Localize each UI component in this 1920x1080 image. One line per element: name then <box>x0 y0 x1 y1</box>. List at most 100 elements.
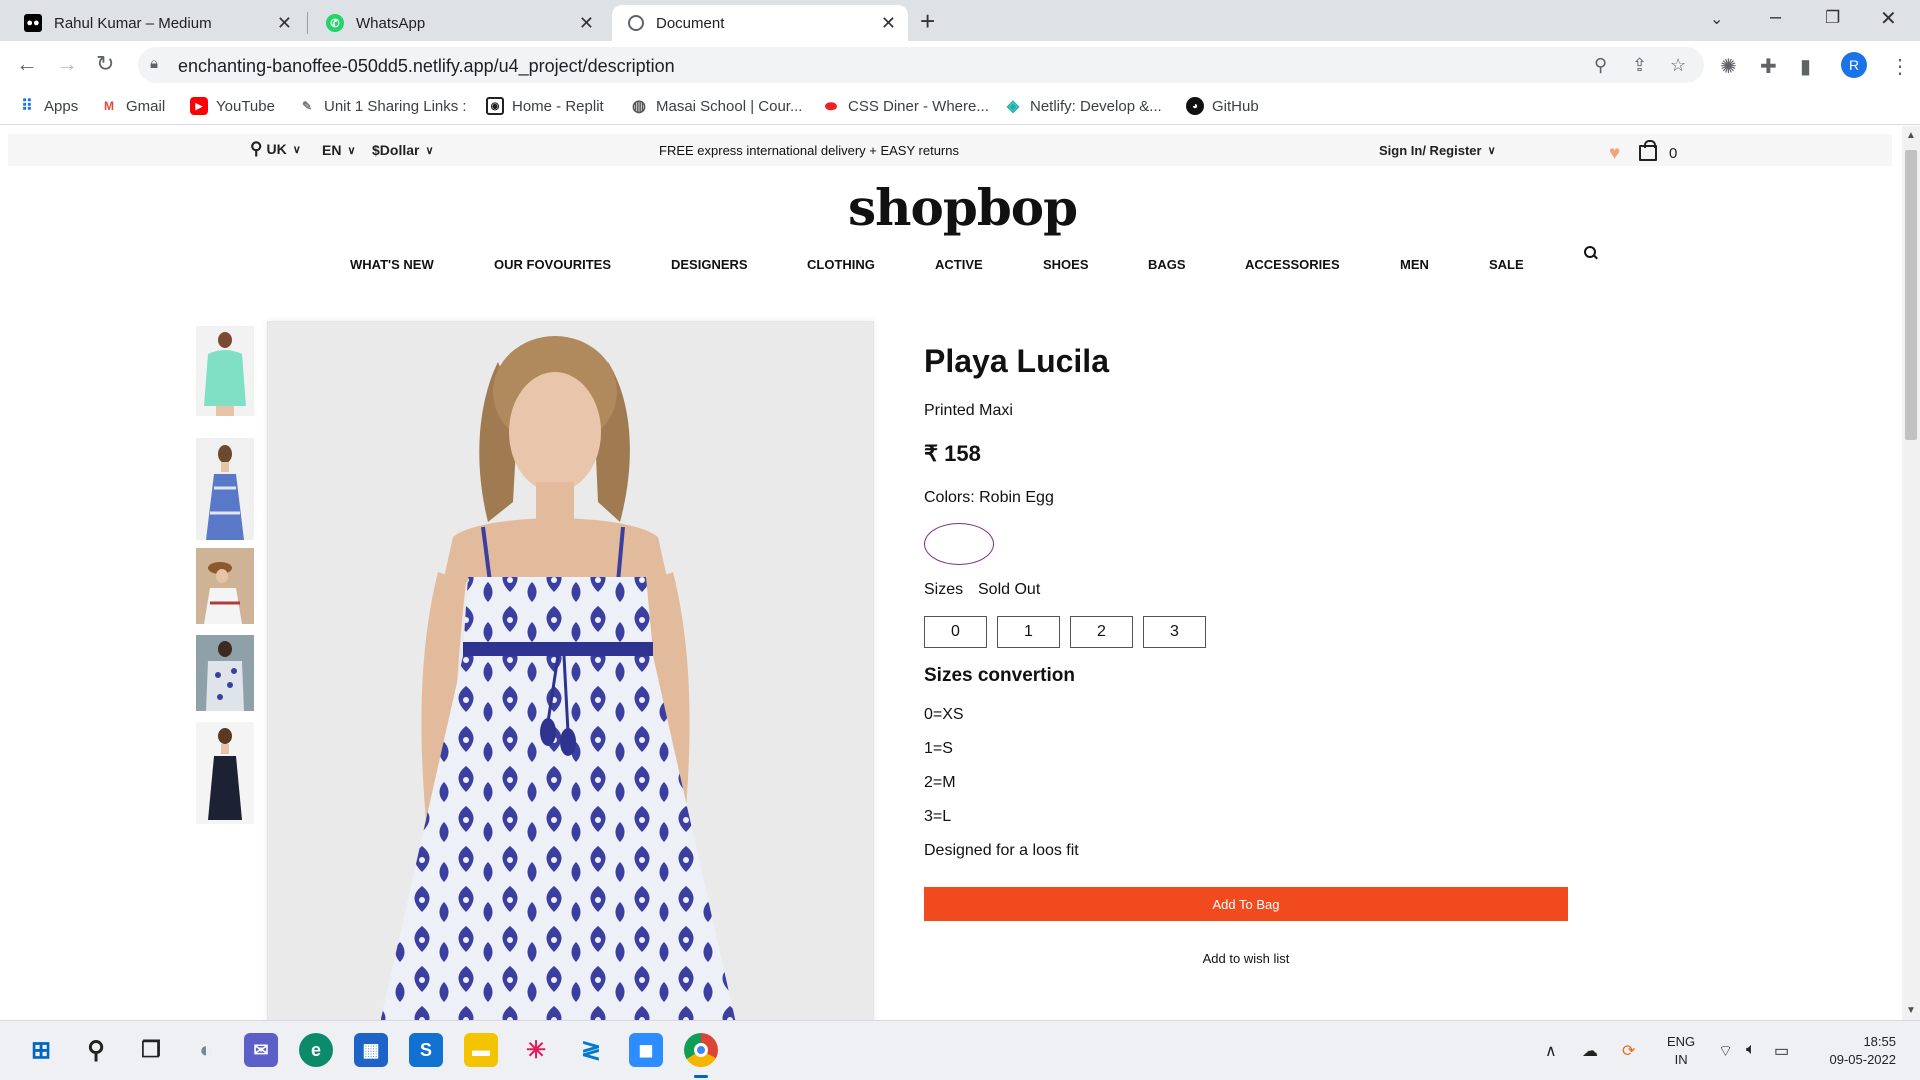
zoom-icon[interactable]: ◼ <box>629 1033 663 1067</box>
nav-bags[interactable]: BAGS <box>1148 257 1186 272</box>
forward-arrow-icon[interactable]: → <box>56 51 78 77</box>
bookmark-masai[interactable]: ◍ Masai School | Cour... <box>630 97 802 116</box>
product-thumbnail[interactable] <box>196 548 254 624</box>
minimize-icon[interactable]: – <box>1770 6 1781 29</box>
nav-whats-new[interactable]: WHAT'S NEW <box>350 257 434 272</box>
search-icon[interactable]: ⚲ <box>79 1033 113 1067</box>
chrome-menu-icon[interactable]: ⋮ <box>1890 54 1910 79</box>
task-view-icon[interactable]: ❐ <box>134 1033 168 1067</box>
url-text[interactable]: enchanting-banoffee-050dd5.netlify.app/u… <box>178 56 675 77</box>
css-diner-icon: ⬬ <box>825 97 837 114</box>
add-to-bag-button[interactable]: Add To Bag <box>924 887 1568 921</box>
nav-men[interactable]: MEN <box>1400 257 1429 272</box>
file-explorer-icon[interactable]: ▬ <box>464 1033 498 1067</box>
windows-taskbar: ⊞ ⚲ ❐ ◐ ✉ e ▦ S ▬ ✳ ≷ ◼ ∧ ☁ ⟳ ENG IN ⌔ 🔈… <box>0 1020 1920 1080</box>
tab-search-chevron-icon[interactable]: ⌄ <box>1710 9 1723 29</box>
extensions-puzzle-icon[interactable]: ✚ <box>1760 54 1777 79</box>
nav-active[interactable]: ACTIVE <box>935 257 983 272</box>
shopping-bag-icon[interactable] <box>1639 140 1657 161</box>
bookmark-star-icon[interactable]: ☆ <box>1670 55 1686 76</box>
scroll-up-arrow-icon[interactable]: ▲ <box>1906 130 1916 141</box>
site-logo[interactable]: shopbop <box>848 178 1078 237</box>
size-button-3[interactable]: 3 <box>1143 616 1206 648</box>
bookmark-gmail[interactable]: M Gmail <box>100 97 165 115</box>
nav-designers[interactable]: DESIGNERS <box>671 257 748 272</box>
scroll-down-arrow-icon[interactable]: ▼ <box>1906 1005 1916 1016</box>
edge-icon[interactable]: e <box>299 1033 333 1067</box>
tray-chevron-up-icon[interactable]: ∧ <box>1545 1041 1557 1061</box>
bag-count: 0 <box>1669 145 1678 162</box>
reload-icon[interactable]: ↻ <box>96 51 114 77</box>
product-thumbnail[interactable] <box>196 438 254 540</box>
bookmark-label: GitHub <box>1212 97 1259 115</box>
tab-document[interactable]: Document ✕ <box>612 5 908 41</box>
widgets-icon[interactable]: ◐ <box>189 1033 223 1067</box>
restore-icon[interactable]: ❐ <box>1825 8 1840 28</box>
nav-clothing[interactable]: CLOTHING <box>807 257 875 272</box>
bookmark-css-diner[interactable]: ⬬ CSS Diner - Where... <box>822 97 989 115</box>
currency-label: $Dollar <box>372 142 420 158</box>
bookmark-youtube[interactable]: ▶ YouTube <box>190 97 275 115</box>
teams-chat-icon[interactable]: ✉ <box>244 1033 278 1067</box>
promo-banner: FREE express international delivery + EA… <box>659 143 959 158</box>
wifi-icon[interactable]: ⌔ <box>1718 1041 1733 1061</box>
product-thumbnail[interactable] <box>196 722 254 824</box>
sign-in-register[interactable]: Sign In/ Register ∨ <box>1379 143 1496 158</box>
bookmark-label: Apps <box>44 97 79 115</box>
tab-medium[interactable]: ●● Rahul Kumar – Medium ✕ <box>8 5 304 41</box>
window-close-icon[interactable]: ✕ <box>1880 6 1897 31</box>
extension-bug-icon[interactable]: ✺ <box>1720 54 1737 79</box>
omnibox[interactable]: 🔒︎ enchanting-banoffee-050dd5.netlify.ap… <box>138 47 1704 83</box>
bookmark-label: Gmail <box>126 97 166 115</box>
currency-selector[interactable]: $Dollar ∨ <box>372 142 434 158</box>
windows-start-icon[interactable]: ⊞ <box>24 1033 58 1067</box>
vscode-icon[interactable]: ≷ <box>574 1033 608 1067</box>
tab-whatsapp[interactable]: ✆ WhatsApp ✕ <box>310 5 606 41</box>
nav-accessories[interactable]: ACCESSORIES <box>1245 257 1340 272</box>
close-icon[interactable]: ✕ <box>277 13 292 34</box>
size-conversion-line: 3=L <box>924 808 952 825</box>
bookmark-netlify[interactable]: ◈ Netlify: Develop &... <box>1004 97 1162 116</box>
onedrive-cloud-icon[interactable]: ☁ <box>1582 1041 1598 1061</box>
product-main-image[interactable] <box>267 321 874 1020</box>
page-scrollbar[interactable]: ▲ ▼ <box>1902 126 1920 1020</box>
close-icon[interactable]: ✕ <box>579 13 594 34</box>
bookmark-github[interactable]: ◕ GitHub <box>1186 97 1259 115</box>
nav-sale[interactable]: SALE <box>1489 257 1524 272</box>
language-selector[interactable]: EN ∨ <box>322 142 356 158</box>
system-clock[interactable]: 18:55 09-05-2022 <box>1812 1033 1897 1069</box>
scrollbar-thumb[interactable] <box>1905 150 1917 440</box>
battery-icon[interactable]: ▭ <box>1774 1041 1789 1061</box>
microsoft-store-icon[interactable]: ▦ <box>354 1033 388 1067</box>
chrome-icon[interactable] <box>684 1033 718 1067</box>
size-button-0[interactable]: 0 <box>924 616 987 648</box>
slack-icon[interactable]: ✳ <box>519 1033 553 1067</box>
new-tab-plus-icon[interactable]: + <box>920 6 935 37</box>
search-icon[interactable] <box>1584 246 1598 260</box>
nav-our-favourites[interactable]: OUR FOVOURITES <box>494 257 611 272</box>
region-selector[interactable]: ⚲ UK ∨ <box>250 139 301 159</box>
close-icon[interactable]: ✕ <box>881 13 896 34</box>
zoom-icon[interactable]: ⚲ <box>1594 55 1607 76</box>
input-language-indicator[interactable]: ENG IN <box>1667 1033 1695 1069</box>
profile-avatar[interactable]: R <box>1841 52 1867 78</box>
size-button-2[interactable]: 2 <box>1070 616 1133 648</box>
bookmark-replit[interactable]: ◉ Home - Replit <box>486 97 604 115</box>
product-thumbnail[interactable] <box>196 635 254 711</box>
app-s-icon[interactable]: S <box>409 1033 443 1067</box>
bookmark-unit1[interactable]: ✎ Unit 1 Sharing Links : <box>298 97 467 115</box>
color-swatch[interactable] <box>924 523 994 565</box>
product-thumbnail[interactable] <box>196 326 254 416</box>
lock-icon[interactable]: 🔒︎ <box>150 55 158 72</box>
add-to-wishlist-link[interactable]: Add to wish list <box>924 951 1568 966</box>
back-arrow-icon[interactable]: ← <box>16 51 38 77</box>
sync-icon[interactable]: ⟳ <box>1622 1041 1635 1061</box>
bookmark-label: CSS Diner - Where... <box>848 97 989 115</box>
heart-icon[interactable]: ♥ <box>1609 143 1620 165</box>
share-icon[interactable]: ⇪ <box>1632 55 1647 76</box>
nav-shoes[interactable]: SHOES <box>1043 257 1089 272</box>
size-button-1[interactable]: 1 <box>997 616 1060 648</box>
bookmark-apps[interactable]: ⠿ Apps <box>18 97 79 116</box>
side-panel-icon[interactable]: ▮ <box>1800 54 1811 79</box>
volume-icon[interactable]: 🔈︎ <box>1746 1041 1756 1059</box>
